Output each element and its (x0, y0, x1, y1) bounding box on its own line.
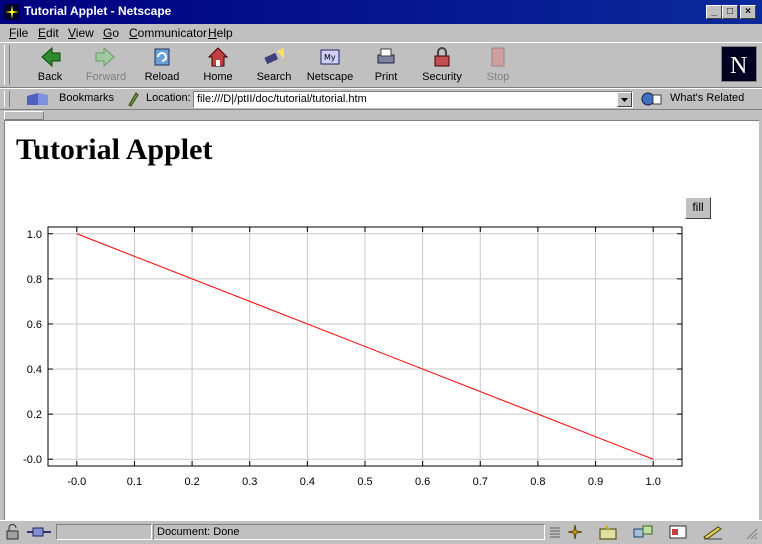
connection-icon (25, 524, 53, 543)
navigation-toolbar: Back Forward Reload Home Search My Netsc… (0, 42, 762, 88)
stop-button[interactable]: Stop (470, 45, 526, 85)
location-label: Location: (146, 92, 191, 104)
x-tick-label: 0.4 (300, 476, 315, 488)
netscape-logo[interactable]: N (721, 46, 757, 82)
bookmarks-button[interactable]: Bookmarks (59, 92, 114, 104)
maximize-button[interactable]: □ (722, 5, 738, 19)
collapsed-toolbar-tab[interactable] (4, 111, 44, 120)
x-tick-label: 0.8 (530, 476, 545, 488)
x-tick-label: 0.9 (588, 476, 603, 488)
window-title: Tutorial Applet - Netscape (24, 4, 172, 18)
svg-text:My: My (324, 53, 336, 62)
menu-edit[interactable]: Edit (38, 26, 59, 40)
status-grip (548, 525, 562, 542)
composer-icon[interactable] (702, 524, 724, 543)
back-button[interactable]: Back (22, 45, 78, 85)
svg-text:N: N (730, 53, 747, 79)
home-button[interactable]: Home (190, 45, 246, 85)
menu-communicator[interactable]: Communicator (129, 26, 207, 40)
netscape-n-icon: N (722, 47, 756, 81)
search-flashlight-icon (264, 48, 284, 65)
print-button[interactable]: Print (358, 45, 414, 85)
x-tick-label: 0.5 (357, 476, 372, 488)
x-tick-label: -0.0 (67, 476, 86, 488)
whats-related-button[interactable]: What's Related (670, 92, 744, 104)
page-content: Tutorial Applet fill -0.0 0.1 0.2 0.3 0.4 0.5… (4, 120, 759, 521)
status-text: Document: Done (153, 524, 545, 540)
y-tick-label: 1.0 (27, 229, 42, 241)
mail-icon[interactable] (598, 524, 620, 543)
y-tick-label: -0.0 (23, 454, 42, 466)
discussion-groups-icon[interactable] (632, 524, 656, 543)
security-button[interactable]: Security (414, 45, 470, 85)
location-grip[interactable] (4, 91, 10, 107)
netscape-app-icon[interactable] (4, 4, 20, 20)
menu-file[interactable]: File (9, 26, 28, 40)
y-tick-label: 0.8 (27, 274, 42, 286)
printer-icon (377, 48, 395, 64)
location-url-input[interactable]: file:///D|/ptII/doc/tutorial/tutorial.ht… (193, 91, 633, 108)
netscape-button[interactable]: My Netscape (302, 45, 358, 85)
maximize-icon: □ (726, 6, 734, 17)
close-icon: × (745, 6, 751, 17)
forward-button[interactable]: Forward (78, 45, 134, 85)
menu-go[interactable]: Go (103, 26, 119, 40)
location-toolbar: Bookmarks Location: file:///D|/ptII/doc/… (0, 88, 762, 110)
menu-bar: File Edit View Go Communicator Help (0, 24, 762, 42)
my-netscape-icon: My (320, 49, 340, 65)
menu-view[interactable]: View (68, 26, 94, 40)
bookmarks-icon[interactable] (26, 91, 52, 110)
whats-related-icon[interactable] (640, 91, 666, 110)
address-book-icon[interactable] (668, 524, 688, 543)
home-icon (207, 47, 229, 67)
progress-panel (56, 524, 152, 540)
resize-grip-icon[interactable] (744, 526, 758, 543)
minimize-icon: _ (711, 6, 717, 17)
padlock-icon (434, 47, 450, 67)
search-button[interactable]: Search (246, 45, 302, 85)
back-arrow-icon (41, 46, 61, 68)
toolbar-grip[interactable] (4, 45, 10, 85)
reload-button[interactable]: Reload (134, 45, 190, 85)
page-proxy-icon[interactable] (126, 91, 140, 110)
y-tick-label: 0.2 (27, 409, 42, 421)
y-tick-label: 0.6 (27, 319, 42, 331)
x-tick-label: 1.0 (646, 476, 661, 488)
forward-arrow-icon (95, 46, 115, 68)
title-bar: Tutorial Applet - Netscape _ □ × (0, 0, 762, 24)
menu-help[interactable]: Help (208, 26, 233, 40)
x-tick-label: 0.1 (127, 476, 142, 488)
close-button[interactable]: × (740, 5, 756, 19)
minimize-button[interactable]: _ (706, 5, 722, 19)
stop-icon (491, 47, 505, 67)
security-lock-icon[interactable] (4, 524, 22, 543)
x-tick-label: 0.2 (184, 476, 199, 488)
location-dropdown-button[interactable] (617, 92, 632, 107)
reload-icon (154, 48, 170, 66)
collapsed-toolbar-strip (0, 110, 762, 120)
x-tick-label: 0.3 (242, 476, 257, 488)
x-tick-label: 0.6 (415, 476, 430, 488)
y-tick-label: 0.4 (27, 364, 42, 376)
navigator-icon[interactable] (566, 524, 584, 543)
plot-canvas: -0.0 0.1 0.2 0.3 0.4 0.5 0.6 0.7 0.8 0.9 1.0 -0.0 0.… (23, 226, 683, 488)
x-tick-label: 0.7 (473, 476, 488, 488)
chevron-down-icon (621, 98, 628, 102)
status-bar: Document: Done (0, 520, 762, 544)
